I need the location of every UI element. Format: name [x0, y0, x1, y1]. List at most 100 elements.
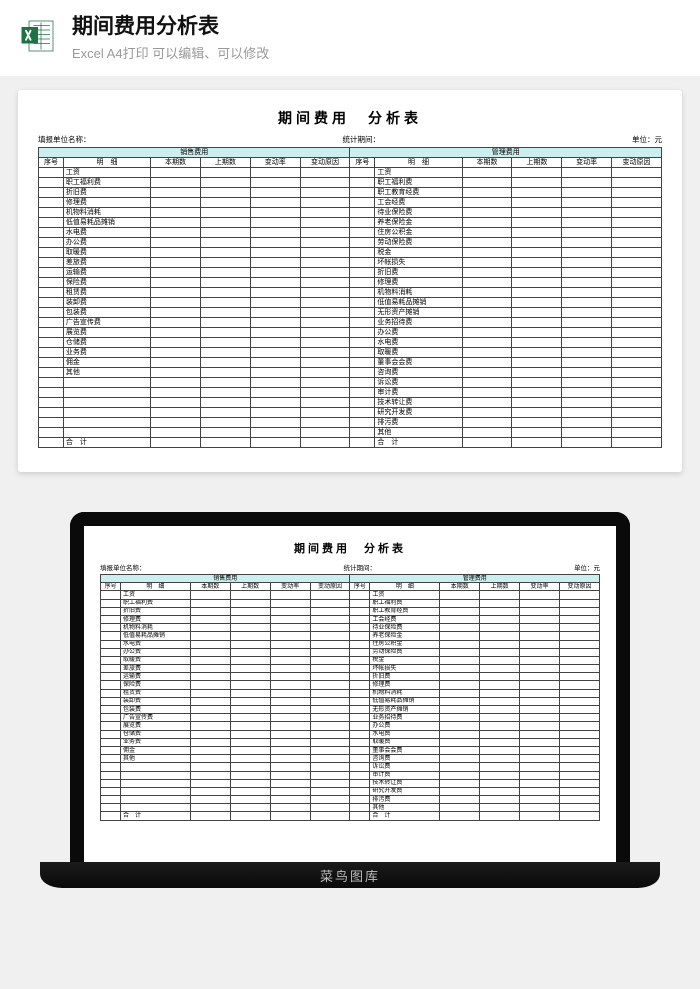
- item-cell: 工资: [120, 591, 190, 599]
- section-sales: 销售费用: [101, 575, 350, 583]
- item-cell: 工资: [375, 168, 462, 178]
- item-cell: 办公费: [370, 722, 440, 730]
- table-row: 业务费取暖费: [39, 348, 662, 358]
- header-text-block: 期间费用分析表 Excel A4打印 可以编辑、可以修改: [72, 10, 680, 62]
- item-cell: 折旧费: [63, 188, 150, 198]
- excel-icon: [20, 18, 56, 54]
- item-cell: 取暖费: [120, 656, 190, 664]
- item-cell: 住房公积金: [370, 640, 440, 648]
- item-cell: 诉讼费: [370, 763, 440, 771]
- item-cell: 业务费: [63, 348, 150, 358]
- table-row: 装卸费低值易耗品摊销: [39, 298, 662, 308]
- item-cell: [120, 787, 190, 795]
- item-cell: 工资: [63, 168, 150, 178]
- item-cell: 取暖费: [63, 248, 150, 258]
- table-row: 研究开发费: [39, 408, 662, 418]
- item-cell: [120, 763, 190, 771]
- item-cell: 办公费: [63, 238, 150, 248]
- laptop-screen: 期间费用 分析表 填报单位名称： 统计期间： 单位：元 销售费用管理费用序号明 …: [70, 512, 630, 862]
- item-cell: 无形资产摊销: [375, 308, 462, 318]
- item-cell: 佣金: [63, 358, 150, 368]
- total-label: 合 计: [63, 438, 150, 448]
- item-cell: 劳动保险费: [370, 648, 440, 656]
- section-admin: 管理费用: [350, 575, 600, 583]
- table-row: 租赁费机物料消耗: [101, 689, 600, 697]
- item-cell: 养老保险金: [375, 218, 462, 228]
- table-row: 包装费 无形资产摊销: [39, 308, 662, 318]
- table-row: 工资 工资: [39, 168, 662, 178]
- item-cell: 审计费: [370, 771, 440, 779]
- item-cell: 差旅费: [63, 258, 150, 268]
- table-row: 职工福利费职工福利费: [101, 599, 600, 607]
- table-row: 业务费 取暖费: [101, 738, 600, 746]
- table-row: 职工福利费职工福利费: [39, 178, 662, 188]
- item-cell: [63, 428, 150, 438]
- header-title: 期间费用分析表: [72, 10, 680, 40]
- table-row: 保险费修理费: [39, 278, 662, 288]
- item-cell: [63, 378, 150, 388]
- item-cell: 包装费: [120, 706, 190, 714]
- table-row: 其他咨询费: [39, 368, 662, 378]
- item-cell: 职工教育经费: [370, 607, 440, 615]
- table-header: 销售费用管理费用序号明 细本期数上期数变动率变动原因序号明 细本期数上期数变动率…: [39, 148, 662, 168]
- item-cell: [63, 388, 150, 398]
- item-cell: 办公费: [120, 648, 190, 656]
- table-row: 水电费住房公积金: [101, 640, 600, 648]
- item-cell: 修理费: [63, 198, 150, 208]
- table-row: 工资工资: [101, 591, 600, 599]
- item-cell: 低值易耗品摊销: [375, 298, 462, 308]
- item-cell: 水电费: [370, 730, 440, 738]
- meta-row: 填报单位名称： 统计期间： 单位：元: [38, 134, 662, 145]
- table-row: 装卸费低值易耗品摊销: [101, 697, 600, 705]
- item-cell: 职工福利费: [120, 599, 190, 607]
- laptop-base: 菜鸟图库: [40, 862, 660, 888]
- item-cell: 办公费: [375, 328, 462, 338]
- item-cell: 运输费: [120, 673, 190, 681]
- item-cell: 业务费: [120, 738, 190, 746]
- item-cell: [63, 398, 150, 408]
- col-header: 序号: [350, 583, 370, 591]
- table-body-preview: 工资工资职工福利费职工福利费折旧费职工教育经费修理费工会经费机物料消耗待业保险费…: [101, 591, 600, 820]
- item-cell: 其他: [375, 428, 462, 438]
- item-cell: 取暖费: [370, 738, 440, 746]
- table-row: 水电费住房公积金: [39, 228, 662, 238]
- table-header-preview: 销售费用管理费用序号明 细本期数上期数变动率变动原因序号明 细本期数上期数变动率…: [101, 575, 600, 591]
- item-cell: 差旅费: [120, 665, 190, 673]
- total-row: 合 计合 计: [39, 438, 662, 448]
- meta-org: 填报单位名称：: [38, 134, 91, 145]
- item-cell: 包装费: [63, 308, 150, 318]
- item-cell: 运输费: [63, 268, 150, 278]
- meta-row-preview: 填报单位名称： 统计期间： 单位：元: [100, 562, 600, 572]
- table-row: 修理费工会经费: [101, 615, 600, 623]
- total-row: 合 计合 计: [101, 812, 600, 820]
- item-cell: 研究开发费: [370, 787, 440, 795]
- total-label: 合 计: [120, 812, 190, 820]
- table-row: 折旧费职工教育经费: [101, 607, 600, 615]
- item-cell: 技术转让费: [375, 398, 462, 408]
- table-row: 研究开发费: [101, 787, 600, 795]
- item-cell: 咨询费: [375, 368, 462, 378]
- item-cell: 机物料消耗: [120, 624, 190, 632]
- col-header: 序号: [350, 158, 375, 168]
- col-header: 本期数: [462, 158, 512, 168]
- header-subtitle: Excel A4打印 可以编辑、可以修改: [72, 43, 680, 62]
- col-header: 上期数: [512, 158, 562, 168]
- col-header: 明 细: [375, 158, 462, 168]
- item-cell: [120, 804, 190, 812]
- item-cell: 业务招待费: [375, 318, 462, 328]
- item-cell: 广告宣传费: [120, 714, 190, 722]
- item-cell: 研究开发费: [375, 408, 462, 418]
- item-cell: [120, 796, 190, 804]
- item-cell: 工会经费: [370, 615, 440, 623]
- col-header: 本期数: [190, 583, 230, 591]
- table-row: 修理费工会经费: [39, 198, 662, 208]
- table-row: 审计费: [101, 771, 600, 779]
- table-row: 诉讼费: [101, 763, 600, 771]
- item-cell: 税金: [375, 248, 462, 258]
- item-cell: 水电费: [63, 228, 150, 238]
- watermark: 菜鸟图库: [320, 866, 380, 885]
- meta-unit-preview: 单位：元: [574, 562, 600, 572]
- table-row: 技术转让费: [39, 398, 662, 408]
- table-row: 技术转让费: [101, 779, 600, 787]
- item-cell: 机物料消耗: [375, 288, 462, 298]
